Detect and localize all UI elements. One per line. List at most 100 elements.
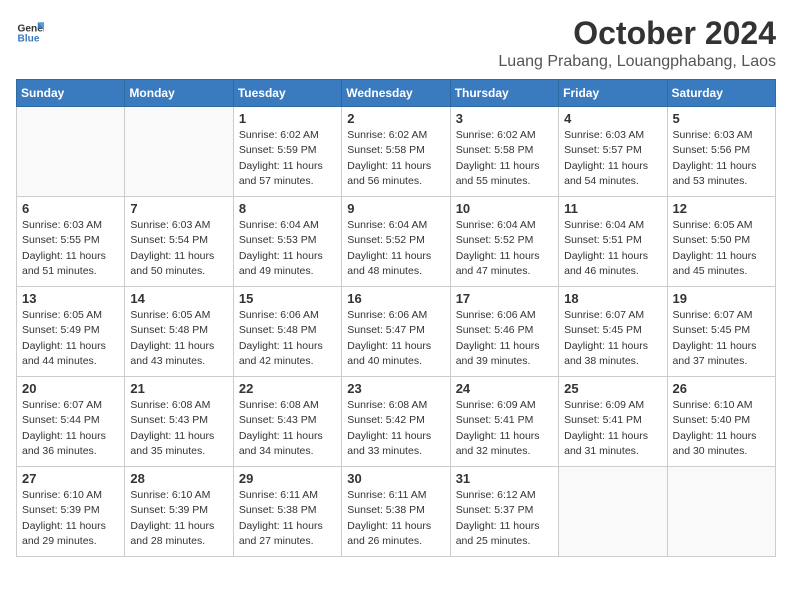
day-detail: Sunrise: 6:11 AM Sunset: 5:38 PM Dayligh… <box>347 488 444 549</box>
day-detail: Sunrise: 6:04 AM Sunset: 5:52 PM Dayligh… <box>456 218 553 279</box>
day-number: 25 <box>564 381 661 396</box>
calendar-cell: 8 Sunrise: 6:04 AM Sunset: 5:53 PM Daylig… <box>233 197 341 287</box>
day-detail: Sunrise: 6:08 AM Sunset: 5:43 PM Dayligh… <box>130 398 227 459</box>
day-number: 9 <box>347 201 444 216</box>
location-title: Luang Prabang, Louangphabang, Laos <box>498 53 776 71</box>
day-number: 2 <box>347 111 444 126</box>
day-detail: Sunrise: 6:04 AM Sunset: 5:53 PM Dayligh… <box>239 218 336 279</box>
calendar-cell: 26 Sunrise: 6:10 AM Sunset: 5:40 PM Dayli… <box>667 377 775 467</box>
calendar-header-row: SundayMondayTuesdayWednesdayThursdayFrid… <box>17 80 776 107</box>
day-detail: Sunrise: 6:03 AM Sunset: 5:56 PM Dayligh… <box>673 128 770 189</box>
title-block: October 2024 Luang Prabang, Louangphaban… <box>498 16 776 71</box>
day-number: 18 <box>564 291 661 306</box>
day-detail: Sunrise: 6:06 AM Sunset: 5:46 PM Dayligh… <box>456 308 553 369</box>
day-number: 30 <box>347 471 444 486</box>
calendar-cell <box>17 107 125 197</box>
calendar-cell: 6Sunrise: 6:03 AM Sunset: 5:55 PM Daylig… <box>17 197 125 287</box>
calendar-week-5: 27 Sunrise: 6:10 AM Sunset: 5:39 PM Dayli… <box>17 467 776 557</box>
day-number: 15 <box>239 291 336 306</box>
calendar-cell: 9Sunrise: 6:04 AM Sunset: 5:52 PM Daylig… <box>342 197 450 287</box>
day-number: 19 <box>673 291 770 306</box>
day-detail: Sunrise: 6:07 AM Sunset: 5:45 PM Dayligh… <box>673 308 770 369</box>
calendar-cell: 23Sunrise: 6:08 AM Sunset: 5:42 PM Dayli… <box>342 377 450 467</box>
calendar-week-1: 1 Sunrise: 6:02 AM Sunset: 5:59 PM Daylig… <box>17 107 776 197</box>
day-detail: Sunrise: 6:12 AM Sunset: 5:37 PM Dayligh… <box>456 488 553 549</box>
header-sunday: Sunday <box>17 80 125 107</box>
calendar-cell: 22 Sunrise: 6:08 AM Sunset: 5:43 PM Dayli… <box>233 377 341 467</box>
calendar-cell: 12 Sunrise: 6:05 AM Sunset: 5:50 PM Dayli… <box>667 197 775 287</box>
day-number: 17 <box>456 291 553 306</box>
day-detail: Sunrise: 6:10 AM Sunset: 5:40 PM Dayligh… <box>673 398 770 459</box>
svg-text:Blue: Blue <box>18 34 40 44</box>
day-number: 10 <box>456 201 553 216</box>
header-thursday: Thursday <box>450 80 558 107</box>
day-number: 20 <box>22 381 119 396</box>
day-number: 31 <box>456 471 553 486</box>
calendar-cell: 28 Sunrise: 6:10 AM Sunset: 5:39 PM Dayli… <box>125 467 233 557</box>
calendar-cell: 2 Sunrise: 6:02 AM Sunset: 5:58 PM Daylig… <box>342 107 450 197</box>
calendar-cell: 13 Sunrise: 6:05 AM Sunset: 5:49 PM Dayli… <box>17 287 125 377</box>
day-number: 13 <box>22 291 119 306</box>
day-number: 14 <box>130 291 227 306</box>
day-detail: Sunrise: 6:09 AM Sunset: 5:41 PM Dayligh… <box>456 398 553 459</box>
calendar-cell: 4 Sunrise: 6:03 AM Sunset: 5:57 PM Daylig… <box>559 107 667 197</box>
calendar-cell <box>559 467 667 557</box>
day-detail: Sunrise: 6:05 AM Sunset: 5:50 PM Dayligh… <box>673 218 770 279</box>
day-detail: Sunrise: 6:10 AM Sunset: 5:39 PM Dayligh… <box>130 488 227 549</box>
day-number: 8 <box>239 201 336 216</box>
day-number: 29 <box>239 471 336 486</box>
header-monday: Monday <box>125 80 233 107</box>
day-detail: Sunrise: 6:03 AM Sunset: 5:57 PM Dayligh… <box>564 128 661 189</box>
calendar-week-3: 13 Sunrise: 6:05 AM Sunset: 5:49 PM Dayli… <box>17 287 776 377</box>
calendar-cell: 24Sunrise: 6:09 AM Sunset: 5:41 PM Dayli… <box>450 377 558 467</box>
day-detail: Sunrise: 6:05 AM Sunset: 5:49 PM Dayligh… <box>22 308 119 369</box>
day-detail: Sunrise: 6:06 AM Sunset: 5:47 PM Dayligh… <box>347 308 444 369</box>
calendar-cell: 15 Sunrise: 6:06 AM Sunset: 5:48 PM Dayli… <box>233 287 341 377</box>
day-detail: Sunrise: 6:06 AM Sunset: 5:48 PM Dayligh… <box>239 308 336 369</box>
calendar-cell: 14 Sunrise: 6:05 AM Sunset: 5:48 PM Dayli… <box>125 287 233 377</box>
day-detail: Sunrise: 6:03 AM Sunset: 5:55 PM Dayligh… <box>22 218 119 279</box>
header-wednesday: Wednesday <box>342 80 450 107</box>
day-number: 5 <box>673 111 770 126</box>
calendar-cell: 1 Sunrise: 6:02 AM Sunset: 5:59 PM Daylig… <box>233 107 341 197</box>
calendar-cell: 21 Sunrise: 6:08 AM Sunset: 5:43 PM Dayli… <box>125 377 233 467</box>
day-detail: Sunrise: 6:02 AM Sunset: 5:59 PM Dayligh… <box>239 128 336 189</box>
day-detail: Sunrise: 6:05 AM Sunset: 5:48 PM Dayligh… <box>130 308 227 369</box>
calendar-cell: 31 Sunrise: 6:12 AM Sunset: 5:37 PM Dayli… <box>450 467 558 557</box>
day-detail: Sunrise: 6:10 AM Sunset: 5:39 PM Dayligh… <box>22 488 119 549</box>
header-tuesday: Tuesday <box>233 80 341 107</box>
day-number: 26 <box>673 381 770 396</box>
day-detail: Sunrise: 6:03 AM Sunset: 5:54 PM Dayligh… <box>130 218 227 279</box>
day-number: 12 <box>673 201 770 216</box>
calendar-cell: 17 Sunrise: 6:06 AM Sunset: 5:46 PM Dayli… <box>450 287 558 377</box>
calendar-cell: 27 Sunrise: 6:10 AM Sunset: 5:39 PM Dayli… <box>17 467 125 557</box>
day-number: 28 <box>130 471 227 486</box>
day-number: 7 <box>130 201 227 216</box>
day-detail: Sunrise: 6:08 AM Sunset: 5:42 PM Dayligh… <box>347 398 444 459</box>
calendar-cell: 20 Sunrise: 6:07 AM Sunset: 5:44 PM Dayli… <box>17 377 125 467</box>
day-number: 16 <box>347 291 444 306</box>
day-detail: Sunrise: 6:08 AM Sunset: 5:43 PM Dayligh… <box>239 398 336 459</box>
day-detail: Sunrise: 6:09 AM Sunset: 5:41 PM Dayligh… <box>564 398 661 459</box>
month-title: October 2024 <box>498 16 776 51</box>
day-number: 3 <box>456 111 553 126</box>
day-number: 27 <box>22 471 119 486</box>
day-number: 1 <box>239 111 336 126</box>
day-number: 22 <box>239 381 336 396</box>
header-saturday: Saturday <box>667 80 775 107</box>
calendar-cell <box>667 467 775 557</box>
day-number: 4 <box>564 111 661 126</box>
calendar-cell: 7 Sunrise: 6:03 AM Sunset: 5:54 PM Daylig… <box>125 197 233 287</box>
calendar-table: SundayMondayTuesdayWednesdayThursdayFrid… <box>16 79 776 557</box>
logo-icon: General Blue <box>16 16 44 44</box>
day-detail: Sunrise: 6:04 AM Sunset: 5:51 PM Dayligh… <box>564 218 661 279</box>
calendar-cell: 18 Sunrise: 6:07 AM Sunset: 5:45 PM Dayli… <box>559 287 667 377</box>
logo: General Blue <box>16 16 44 44</box>
page-header: General Blue October 2024 Luang Prabang,… <box>16 16 776 71</box>
day-detail: Sunrise: 6:07 AM Sunset: 5:44 PM Dayligh… <box>22 398 119 459</box>
calendar-cell: 11Sunrise: 6:04 AM Sunset: 5:51 PM Dayli… <box>559 197 667 287</box>
calendar-cell: 29Sunrise: 6:11 AM Sunset: 5:38 PM Dayli… <box>233 467 341 557</box>
day-detail: Sunrise: 6:02 AM Sunset: 5:58 PM Dayligh… <box>347 128 444 189</box>
day-number: 21 <box>130 381 227 396</box>
day-detail: Sunrise: 6:07 AM Sunset: 5:45 PM Dayligh… <box>564 308 661 369</box>
